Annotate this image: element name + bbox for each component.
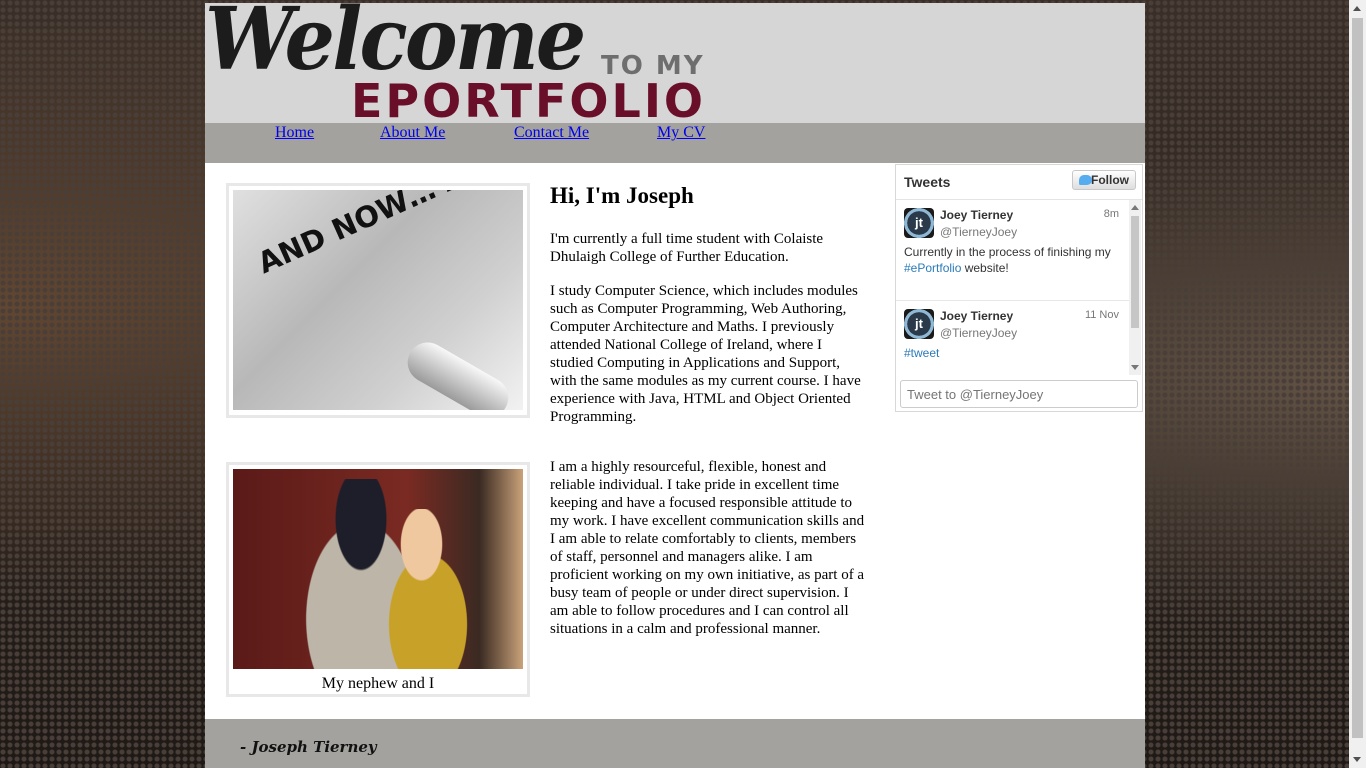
twitter-title: Tweets (904, 174, 951, 190)
avatar[interactable]: jt (904, 208, 934, 238)
study-paragraph: I study Computer Science, which includes… (550, 283, 861, 425)
footer: - Joseph Tierney (205, 719, 1145, 768)
header-banner: Welcome TO MY EPORTFOLIO (205, 3, 1145, 128)
logo-eportfolio: EPORTFOLIO (351, 74, 707, 128)
follow-label: Follow (1091, 173, 1129, 187)
photo-child (363, 509, 493, 669)
personal-paragraph: I am a highly resourceful, flexible, hon… (550, 459, 865, 637)
tweet-author-handle[interactable]: @TierneyJoey (940, 225, 1017, 239)
tweet-time[interactable]: 8m (1104, 208, 1119, 220)
page-title: Hi, I'm Joseph (550, 183, 694, 208)
twitter-widget: Tweets Follow jt Joey Tierney @TierneyJo… (895, 164, 1143, 412)
tweet-author-handle[interactable]: @TierneyJoey (940, 326, 1017, 340)
scroll-up-arrow-icon[interactable] (1353, 6, 1361, 11)
scroll-thumb[interactable] (1352, 18, 1363, 738)
intro-paragraph: I'm currently a full time student with C… (550, 231, 824, 265)
tweet-list-scrollbar[interactable] (1129, 200, 1141, 375)
about-image-frame: AND NOW… A LITTLE ABOUT ME (226, 183, 530, 418)
page-scrollbar[interactable] (1349, 0, 1366, 768)
nav-home-link[interactable]: Home (275, 124, 314, 142)
tweet-text-after: website! (961, 261, 1009, 275)
page-container: Welcome TO MY EPORTFOLIO Home About Me C… (205, 3, 1145, 768)
twitter-header: Tweets Follow (896, 165, 1142, 200)
tweet-list[interactable]: jt Joey Tierney @TierneyJoey 8m Currentl… (896, 200, 1129, 375)
follow-button[interactable]: Follow (1072, 170, 1136, 190)
hashtag-link[interactable]: #ePortfolio (904, 261, 961, 275)
tweet-text-before: Currently in the process of finishing my (904, 245, 1111, 259)
twitter-bird-icon (1079, 175, 1092, 185)
tweet-item[interactable]: jt Joey Tierney @TierneyJoey 11 Nov #twe… (896, 301, 1129, 375)
tweet-text: Currently in the process of finishing my… (904, 244, 1119, 276)
scroll-thumb[interactable] (1131, 216, 1139, 328)
tweet-item[interactable]: jt Joey Tierney @TierneyJoey 8m Currentl… (896, 200, 1129, 301)
tweet-author-name[interactable]: Joey Tierney (940, 208, 1013, 222)
avatar[interactable]: jt (904, 309, 934, 339)
tweet-author-name[interactable]: Joey Tierney (940, 309, 1013, 323)
nephew-photo (233, 469, 523, 669)
nephew-photo-frame: My nephew and I (226, 462, 530, 697)
photo-caption: My nephew and I (321, 675, 435, 692)
tweet-text: #tweet (904, 345, 1119, 361)
nav-contact-link[interactable]: Contact Me (514, 124, 589, 142)
pen-illustration (400, 335, 516, 410)
nav-cv-link[interactable]: My CV (657, 124, 705, 142)
about-image: AND NOW… A LITTLE ABOUT ME (233, 190, 523, 410)
about-image-text: AND NOW… A LITTLE ABOUT ME (253, 190, 523, 280)
tweet-time[interactable]: 11 Nov (1085, 309, 1119, 321)
hashtag-link[interactable]: #tweet (904, 346, 939, 360)
nav-bar: Home About Me Contact Me My CV (205, 123, 1145, 163)
tweet-to-input[interactable] (900, 380, 1138, 408)
scroll-up-arrow-icon[interactable] (1131, 205, 1139, 210)
scroll-down-arrow-icon[interactable] (1353, 757, 1361, 762)
scroll-down-arrow-icon[interactable] (1131, 365, 1139, 370)
footer-signature: - Joseph Tierney (240, 738, 377, 756)
nav-about-link[interactable]: About Me (380, 124, 445, 142)
